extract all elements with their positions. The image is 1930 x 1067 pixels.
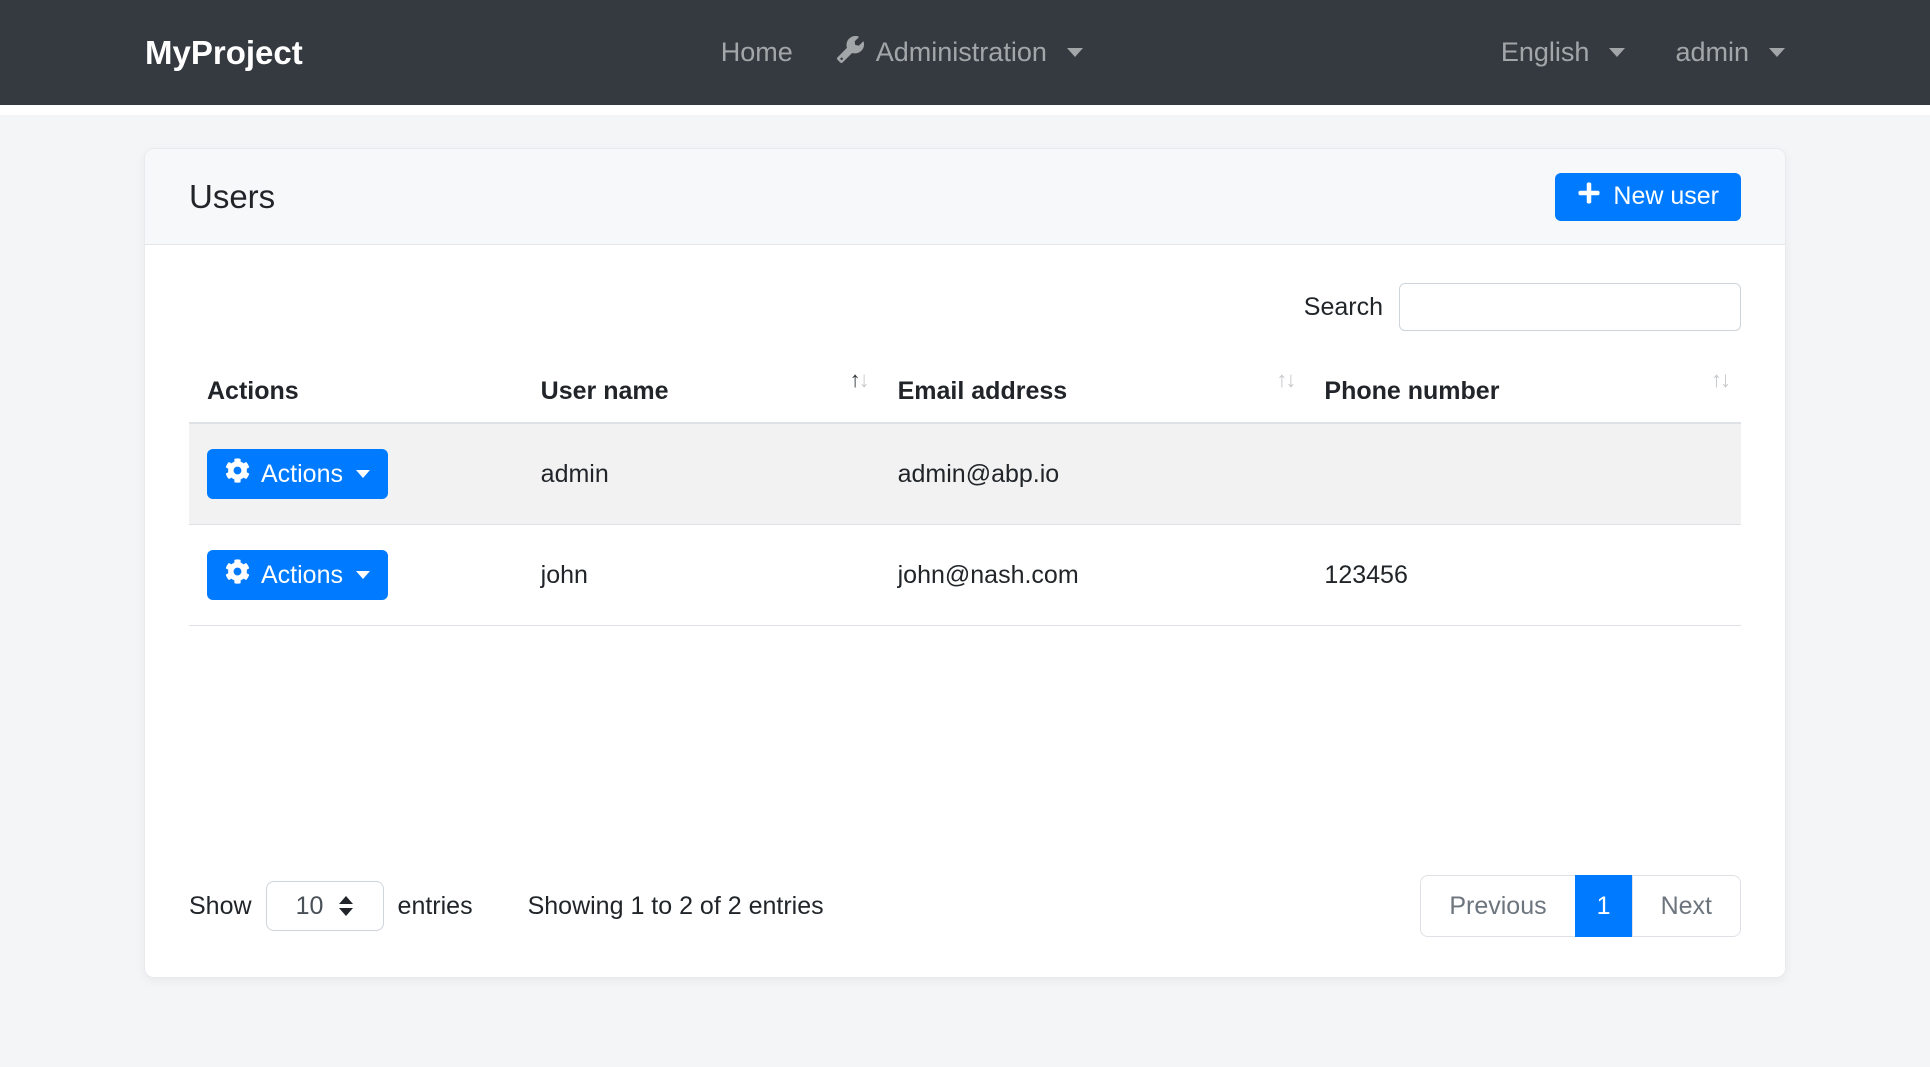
search-label: Search bbox=[1304, 293, 1383, 322]
user-dropdown[interactable]: admin bbox=[1675, 37, 1785, 68]
page-size-select[interactable]: 10 bbox=[266, 881, 384, 931]
users-card: Users New user Search Actions bbox=[144, 148, 1786, 978]
chevron-down-icon bbox=[1609, 48, 1625, 57]
table-row: Actions admin admin@abp.io bbox=[189, 423, 1741, 525]
nav-home[interactable]: Home bbox=[721, 37, 793, 68]
row-actions-button[interactable]: Actions bbox=[207, 550, 388, 600]
navbar-divider bbox=[0, 105, 1930, 115]
email-cell: admin@abp.io bbox=[880, 423, 1307, 525]
row-actions-label: Actions bbox=[261, 460, 343, 489]
username-cell: admin bbox=[523, 423, 880, 525]
sort-desc-icon: ↓ bbox=[1720, 367, 1729, 392]
sort-desc-icon: ↓ bbox=[1285, 367, 1294, 392]
sort-icons[interactable]: ↑↓ bbox=[1711, 367, 1729, 393]
pagination-next[interactable]: Next bbox=[1632, 875, 1741, 937]
nav-administration-dropdown[interactable]: Administration bbox=[837, 36, 1083, 70]
entries-label: entries bbox=[398, 892, 473, 921]
chevron-down-icon bbox=[1769, 48, 1785, 57]
table-row: Actions john john@nash.com 123456 bbox=[189, 525, 1741, 626]
pagination: Previous 1 Next bbox=[1420, 875, 1741, 937]
navbar-right: English admin bbox=[1501, 37, 1785, 68]
chevron-down-icon bbox=[356, 470, 370, 478]
table-header-row: Actions User name ↑↓ Email address ↑↓ Ph… bbox=[189, 361, 1741, 423]
column-header-actions: Actions bbox=[189, 361, 523, 423]
plus-icon bbox=[1577, 181, 1601, 212]
username-cell: john bbox=[523, 525, 880, 626]
card-body: Search Actions User name ↑↓ Email a bbox=[145, 245, 1785, 977]
pagination-previous[interactable]: Previous bbox=[1420, 875, 1575, 937]
top-navbar: MyProject Home Administration English ad… bbox=[0, 0, 1930, 105]
language-dropdown[interactable]: English bbox=[1501, 37, 1626, 68]
nav-administration-label: Administration bbox=[876, 37, 1047, 68]
pagination-page-1[interactable]: 1 bbox=[1575, 875, 1633, 937]
phone-cell: 123456 bbox=[1306, 525, 1741, 626]
actions-cell: Actions bbox=[189, 423, 523, 525]
card-header: Users New user bbox=[145, 149, 1785, 245]
email-cell: john@nash.com bbox=[880, 525, 1307, 626]
page-size-value: 10 bbox=[296, 892, 324, 921]
new-user-button-label: New user bbox=[1613, 182, 1719, 211]
sort-icons[interactable]: ↑↓ bbox=[850, 367, 868, 393]
sort-asc-icon: ↑ bbox=[850, 367, 859, 392]
row-actions-button[interactable]: Actions bbox=[207, 449, 388, 499]
show-label: Show bbox=[189, 892, 252, 921]
table-footer: Show 10 entries Showing 1 to 2 of 2 entr… bbox=[189, 875, 1741, 937]
gear-icon bbox=[225, 458, 250, 490]
phone-cell bbox=[1306, 423, 1741, 525]
nav-home-label: Home bbox=[721, 37, 793, 68]
users-table: Actions User name ↑↓ Email address ↑↓ Ph… bbox=[189, 361, 1741, 626]
row-actions-label: Actions bbox=[261, 561, 343, 590]
user-label: admin bbox=[1675, 37, 1749, 68]
search-input[interactable] bbox=[1399, 283, 1741, 331]
chevron-down-icon bbox=[356, 571, 370, 579]
wrench-icon bbox=[837, 36, 864, 70]
sort-asc-icon: ↑ bbox=[1711, 367, 1720, 392]
column-header-phone[interactable]: Phone number ↑↓ bbox=[1306, 361, 1741, 423]
select-updown-icon bbox=[339, 896, 353, 916]
table-info: Showing 1 to 2 of 2 entries bbox=[528, 892, 824, 921]
navbar-menu: Home Administration bbox=[303, 36, 1501, 70]
sort-icons[interactable]: ↑↓ bbox=[1276, 367, 1294, 393]
brand-logo[interactable]: MyProject bbox=[145, 34, 303, 72]
search-row: Search bbox=[189, 283, 1741, 331]
actions-cell: Actions bbox=[189, 525, 523, 626]
page-title: Users bbox=[189, 178, 275, 216]
show-entries-control: Show 10 entries bbox=[189, 881, 473, 931]
column-header-username[interactable]: User name ↑↓ bbox=[523, 361, 880, 423]
sort-desc-icon: ↓ bbox=[859, 367, 868, 392]
column-header-email[interactable]: Email address ↑↓ bbox=[880, 361, 1307, 423]
new-user-button[interactable]: New user bbox=[1555, 173, 1741, 221]
chevron-down-icon bbox=[1067, 48, 1083, 57]
language-label: English bbox=[1501, 37, 1590, 68]
gear-icon bbox=[225, 559, 250, 591]
